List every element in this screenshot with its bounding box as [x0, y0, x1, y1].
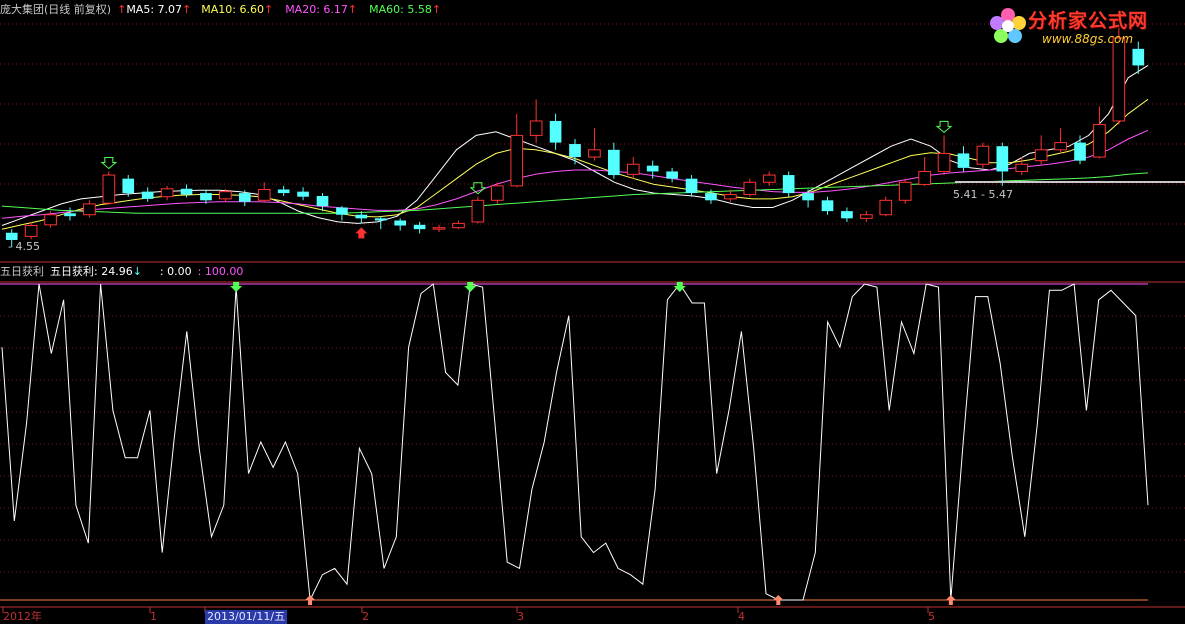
candle-body-up — [762, 174, 776, 183]
flower-icon — [990, 8, 1026, 43]
candle-body-down — [238, 193, 251, 202]
logo-url: www.88gs.com — [1042, 32, 1134, 46]
candle-body-up — [24, 225, 38, 237]
site-logo[interactable]: 分析家公式网 www.88gs.com — [984, 0, 1184, 52]
candle-body-down — [374, 218, 387, 221]
low-price-label: - 4.55 — [8, 240, 40, 253]
candle-body-up — [160, 188, 174, 198]
candle-body-down — [394, 220, 407, 226]
candle-body-down — [297, 191, 309, 197]
candle-body-down — [646, 165, 659, 172]
candle-body-down — [413, 224, 426, 230]
ma-line-ma10 — [1, 98, 1149, 230]
candle-body-down — [316, 195, 329, 207]
candle-body-down — [1074, 142, 1086, 161]
ma60-label: MA60: 5.58 — [369, 3, 432, 16]
candle-body-down — [200, 193, 212, 201]
candle-body-down — [122, 178, 135, 194]
x-axis-cursor-date[interactable]: 2013/01/11/五 — [205, 610, 288, 624]
candle-body-up — [529, 120, 543, 136]
candle-body-up — [510, 134, 524, 187]
candle-body-up — [44, 214, 57, 226]
candle-body-down — [569, 144, 581, 158]
candle-body-down — [608, 149, 620, 176]
indicator-value: 五日获利: 24.96 — [50, 265, 133, 278]
x-axis-label: 3 — [517, 610, 524, 623]
candle-body-up — [937, 152, 951, 172]
oscillator-line — [1, 283, 1149, 602]
candle-body-down — [141, 191, 154, 199]
x-axis-label: 2012年 — [3, 610, 42, 623]
zero-line-label: : 0.00 — [159, 265, 192, 278]
candle-body-up — [471, 199, 485, 223]
candle-body-up — [432, 227, 446, 230]
candle-body-down — [666, 171, 678, 179]
candle-body-down — [180, 188, 193, 195]
candle-body-down — [996, 146, 1009, 172]
candle-body-up — [588, 149, 601, 158]
ma5-up-arrow-icon: ↑ — [117, 3, 127, 16]
candle-body-up — [724, 194, 737, 200]
candle-body-up — [879, 199, 893, 216]
main-chart-header: 庞大集团(日线 前复权) ↑ MA5: 7.07 ↑ MA10: 6.60 ↑ … — [0, 2, 441, 18]
candle-body-down — [685, 178, 698, 194]
ma60-arrow-icon: ↑ — [431, 3, 442, 16]
candle-body-up — [490, 185, 504, 201]
candle-body-down — [802, 193, 814, 201]
signal-up-arrow-icon — [355, 227, 368, 239]
ma20-arrow-icon: ↑ — [347, 3, 358, 16]
ma10-arrow-icon: ↑ — [263, 3, 274, 16]
oscillator-up-arrow-icon — [945, 595, 956, 605]
candle-body-up — [219, 191, 232, 200]
candle-body-up — [1015, 163, 1029, 172]
candle-body-up — [898, 181, 912, 201]
candle-body-down — [336, 207, 348, 215]
candle-body-up — [976, 145, 990, 165]
oscillator-up-arrow-icon — [773, 595, 784, 605]
x-axis-label: 4 — [738, 610, 745, 623]
ma20-label: MA20: 6.17 — [285, 3, 348, 16]
ma5-label: MA5: 7.07 — [126, 3, 183, 16]
candle-body-down — [705, 193, 717, 201]
oscillator-up-arrow-icon — [305, 595, 316, 605]
candle-body-up — [626, 163, 640, 175]
indicator-down-arrow-icon: ↓ — [132, 265, 142, 278]
candle-body-up — [860, 214, 873, 219]
indicator-header: 五日获利 五日获利: 24.96 ↓ : 0.00 : 100.00 — [0, 264, 243, 280]
candle-body-down — [5, 232, 18, 240]
indicator-name: 五日获利 — [0, 265, 44, 278]
signal-down-arrow-icon — [935, 120, 953, 134]
candle-body-down — [782, 175, 795, 194]
candle-body-up — [257, 188, 271, 201]
candle-body-down — [277, 189, 290, 194]
candle-body-up — [918, 170, 931, 185]
logo-name: 分析家公式网 — [1028, 10, 1149, 32]
candle-body-up — [1034, 149, 1048, 162]
candle-body-up — [1054, 142, 1067, 151]
candle-body-up — [83, 203, 96, 216]
candle-body-up — [102, 174, 116, 204]
candle-body-down — [821, 200, 834, 212]
x-axis-label: 5 — [928, 610, 935, 623]
chart-canvas: - 4.55 5.41 - 5.47 — [0, 23, 1185, 613]
ma10-label: MA10: 6.60 — [201, 3, 264, 16]
stock-title: 庞大集团(日线 前复权) — [0, 3, 112, 16]
candle-body-down — [957, 153, 970, 168]
candle-body-up — [743, 181, 757, 196]
candle-body-down — [549, 120, 562, 143]
x-axis-label: 2 — [362, 610, 369, 623]
x-axis-label: 1 — [150, 610, 157, 623]
candle-body-down — [841, 211, 853, 219]
candle-body-up — [1093, 124, 1106, 158]
hundred-line-label: : 100.00 — [197, 265, 244, 278]
ma5-arrow-icon: ↑ — [182, 3, 192, 16]
candle-body-down — [64, 213, 76, 217]
candle-body-down — [355, 214, 368, 219]
candle-body-up — [452, 222, 465, 229]
price-range-label: 5.41 - 5.47 — [953, 188, 1013, 201]
signal-down-arrow-icon — [100, 156, 118, 170]
